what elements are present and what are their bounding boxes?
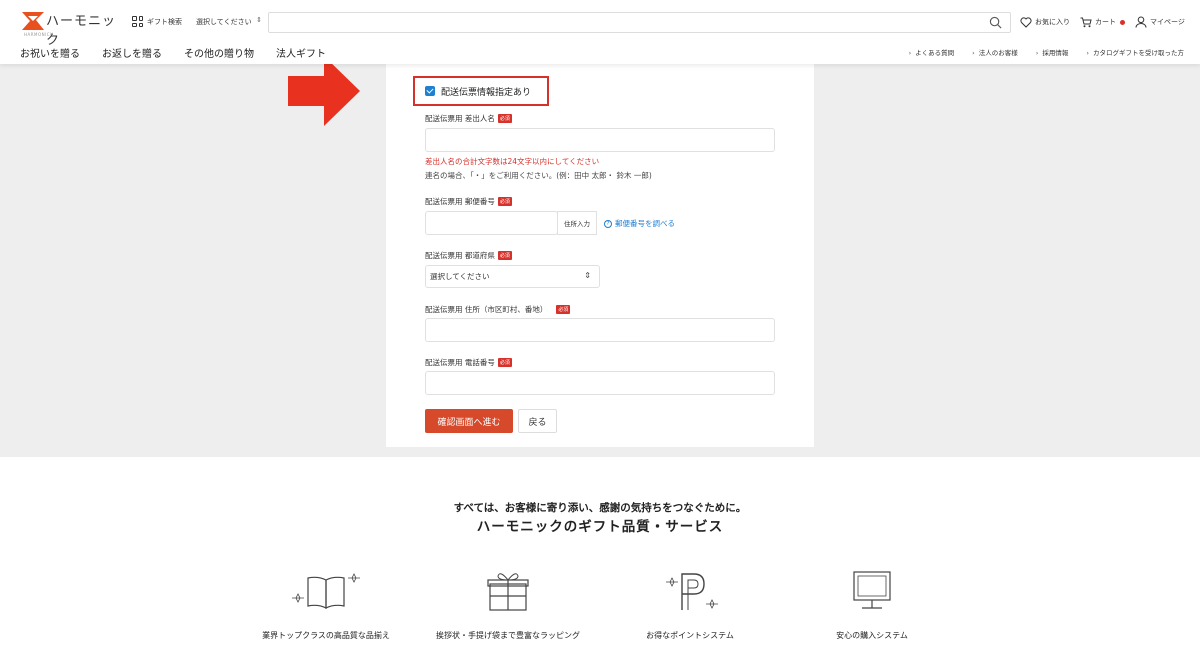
nav-item-return-gift[interactable]: お返しを贈る <box>102 45 162 60</box>
shipping-slip-checkbox[interactable] <box>425 86 435 96</box>
sub-nav-faq[interactable]: よくある質問 <box>909 47 954 57</box>
promo-tagline: すべては、お客様に寄り添い、感謝の気持ちをつなぐために。 <box>453 502 747 514</box>
category-select[interactable]: 選択してください ⇕ <box>192 13 268 31</box>
open-book-icon <box>292 573 360 609</box>
logo-subtext: HARMONICK <box>24 32 54 37</box>
monitor-icon <box>853 571 891 609</box>
mypage-label: マイページ <box>1150 18 1185 26</box>
select-arrows-icon: ⇕ <box>256 16 262 24</box>
zip-input[interactable] <box>425 211 558 235</box>
sub-nav-catalog[interactable]: カタログギフトを受け取った方 <box>1086 47 1184 57</box>
user-icon <box>1135 16 1147 28</box>
required-badge: 必須 <box>556 305 571 314</box>
address-lookup-button[interactable]: 住所入力 <box>557 211 597 235</box>
grid-icon <box>132 16 143 27</box>
prefecture-select[interactable]: 選択してください ⇕ <box>425 265 600 288</box>
nav-item-other-gifts[interactable]: その他の贈り物 <box>184 45 254 60</box>
sub-nav-corporate[interactable]: 法人のお客様 <box>972 47 1018 57</box>
favorites-label: お気に入り <box>1035 18 1070 26</box>
feature-label-secure: 安心の購入システム <box>836 631 908 640</box>
feature-secure-purchase <box>792 568 952 612</box>
red-arrow-icon <box>288 56 360 126</box>
phone-label: 配送伝票用 電話番号 必須 <box>425 357 512 368</box>
gift-search-button[interactable]: ギフト検索 <box>132 16 182 27</box>
question-icon: ? <box>604 219 612 228</box>
prefecture-label-text: 配送伝票用 都道府県 <box>425 251 495 260</box>
feature-label-wrapping: 挨拶状・手提げ袋まで豊富なラッピング <box>436 631 580 640</box>
sender-name-error: 差出人名の合計文字数は24文字以内にしてください <box>425 157 600 166</box>
gift-box-icon <box>487 573 529 611</box>
address-input[interactable] <box>425 318 775 342</box>
sub-nav: よくある質問 法人のお客様 採用情報 カタログギフトを受け取った方 <box>909 47 1184 57</box>
sub-nav-recruit[interactable]: 採用情報 <box>1036 47 1068 57</box>
sender-name-hint: 連名の場合、「・」をご利用ください。(例：田中 太郎・ 鈴木 一郎) <box>425 171 652 180</box>
cart-badge <box>1120 19 1125 25</box>
sender-name-input[interactable] <box>425 128 775 152</box>
required-badge: 必須 <box>497 197 512 206</box>
logo-mark-icon <box>22 12 44 30</box>
header-links: お気に入り カート マイページ <box>1020 16 1185 28</box>
search-input[interactable] <box>268 12 1011 33</box>
required-badge: 必須 <box>497 114 512 123</box>
heart-icon <box>1020 16 1032 28</box>
mypage-link[interactable]: マイページ <box>1135 16 1185 28</box>
shipping-slip-option[interactable]: 配送伝票情報指定あり <box>413 76 549 106</box>
main-nav: お祝いを贈る お返しを贈る その他の贈り物 法人ギフト <box>20 45 326 60</box>
required-badge: 必須 <box>497 358 512 367</box>
phone-label-text: 配送伝票用 電話番号 <box>425 358 495 367</box>
promo-title: ハーモニックのギフト品質・サービス <box>476 519 724 535</box>
site-header: ハーモニック HARMONICK ギフト検索 選択してください ⇕ お気に入り … <box>0 0 1200 64</box>
feature-label-points: お得なポイントシステム <box>646 631 734 640</box>
address-label-text: 配送伝票用 住所（市区町村、番地） <box>425 305 548 314</box>
confirm-button[interactable]: 確認画面へ進む <box>425 409 513 433</box>
required-badge: 必須 <box>497 251 512 260</box>
favorites-link[interactable]: お気に入り <box>1020 16 1070 28</box>
zip-search-link[interactable]: ? 郵便番号を調べる <box>604 218 675 229</box>
zip-label: 配送伝票用 郵便番号 必須 <box>425 196 512 207</box>
gift-search-label: ギフト検索 <box>147 17 182 26</box>
feature-wrapping <box>428 568 588 612</box>
cart-label: カート <box>1095 18 1116 26</box>
sender-name-label-text: 配送伝票用 差出人名 <box>425 114 495 123</box>
address-label: 配送伝票用 住所（市区町村、番地） 必須 <box>425 304 571 315</box>
prefecture-label: 配送伝票用 都道府県 必須 <box>425 250 512 261</box>
nav-item-corporate[interactable]: 法人ギフト <box>276 45 326 60</box>
sender-name-label: 配送伝票用 差出人名 必須 <box>425 113 512 124</box>
shipping-slip-label: 配送伝票情報指定あり <box>441 87 532 98</box>
nav-item-celebrate[interactable]: お祝いを贈る <box>20 45 80 60</box>
point-icon <box>666 573 718 610</box>
logo-text: ハーモニック <box>46 14 117 48</box>
site-logo[interactable]: ハーモニック HARMONICK <box>22 10 122 48</box>
prefecture-select-value: 選択してください <box>430 272 490 281</box>
select-arrows-icon: ⇕ <box>584 271 591 280</box>
back-button[interactable]: 戻る <box>518 409 557 433</box>
feature-label-quality: 業界トップクラスの高品質な品揃え <box>262 631 390 640</box>
category-select-value: 選択してください <box>196 18 252 26</box>
feature-quality <box>246 568 406 612</box>
feature-points <box>610 568 770 612</box>
zip-search-link-text: 郵便番号を調べる <box>615 219 675 228</box>
phone-input[interactable] <box>425 371 775 395</box>
cart-link[interactable]: カート <box>1080 17 1125 28</box>
cart-icon <box>1080 17 1092 27</box>
search-icon[interactable] <box>989 16 1002 29</box>
zip-label-text: 配送伝票用 郵便番号 <box>425 197 495 206</box>
